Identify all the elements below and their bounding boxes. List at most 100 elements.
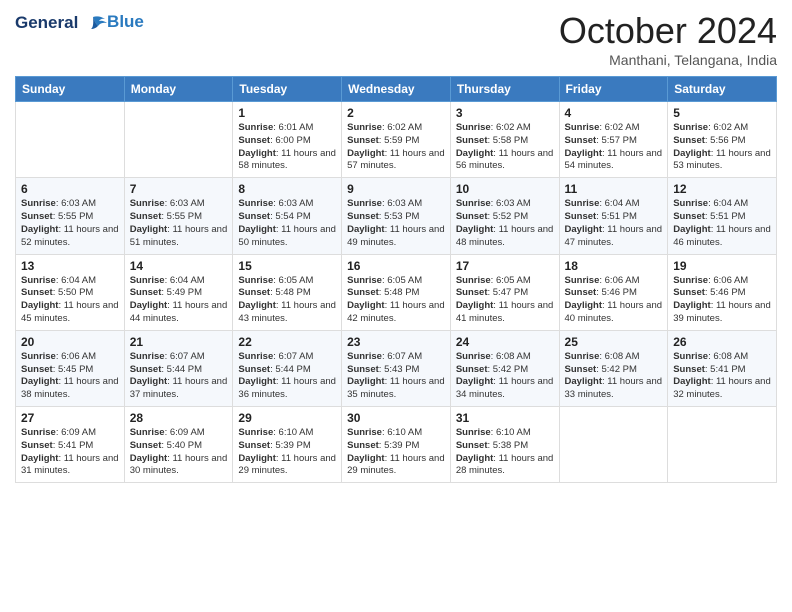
calendar-cell: 5 Sunrise: 6:02 AMSunset: 5:56 PMDaylight… <box>668 102 777 178</box>
calendar-cell: 20 Sunrise: 6:06 AMSunset: 5:45 PMDayligh… <box>16 330 125 406</box>
calendar-week-row-1: 1 Sunrise: 6:01 AMSunset: 6:00 PMDaylight… <box>16 102 777 178</box>
day-info: Sunrise: 6:04 AMSunset: 5:50 PMDaylight:… <box>21 275 119 326</box>
day-number: 27 <box>21 411 119 425</box>
day-number: 20 <box>21 335 119 349</box>
weekday-header-monday: Monday <box>124 77 233 102</box>
day-number: 30 <box>347 411 445 425</box>
day-info: Sunrise: 6:02 AMSunset: 5:58 PMDaylight:… <box>456 122 554 173</box>
day-info: Sunrise: 6:10 AMSunset: 5:39 PMDaylight:… <box>347 427 445 478</box>
day-info: Sunrise: 6:03 AMSunset: 5:54 PMDaylight:… <box>238 198 336 249</box>
day-number: 18 <box>565 259 663 273</box>
logo-line2: Blue <box>107 12 144 32</box>
logo-line1: General <box>15 14 107 33</box>
day-info: Sunrise: 6:02 AMSunset: 5:59 PMDaylight:… <box>347 122 445 173</box>
day-number: 8 <box>238 182 336 196</box>
day-number: 7 <box>130 182 228 196</box>
day-number: 17 <box>456 259 554 273</box>
day-number: 21 <box>130 335 228 349</box>
day-number: 29 <box>238 411 336 425</box>
title-block: October 2024 Manthani, Telangana, India <box>559 10 777 68</box>
day-number: 24 <box>456 335 554 349</box>
calendar-cell: 10 Sunrise: 6:03 AMSunset: 5:52 PMDayligh… <box>450 178 559 254</box>
calendar-cell: 16 Sunrise: 6:05 AMSunset: 5:48 PMDayligh… <box>342 254 451 330</box>
day-info: Sunrise: 6:05 AMSunset: 5:47 PMDaylight:… <box>456 275 554 326</box>
page: General Blue October 2024 Manthani, Tela… <box>0 0 792 612</box>
day-info: Sunrise: 6:06 AMSunset: 5:46 PMDaylight:… <box>673 275 771 326</box>
calendar-cell: 13 Sunrise: 6:04 AMSunset: 5:50 PMDayligh… <box>16 254 125 330</box>
day-info: Sunrise: 6:10 AMSunset: 5:38 PMDaylight:… <box>456 427 554 478</box>
weekday-header-thursday: Thursday <box>450 77 559 102</box>
day-number: 14 <box>130 259 228 273</box>
calendar-week-row-4: 20 Sunrise: 6:06 AMSunset: 5:45 PMDayligh… <box>16 330 777 406</box>
day-number: 11 <box>565 182 663 196</box>
logo: General Blue <box>15 14 144 33</box>
day-number: 3 <box>456 106 554 120</box>
day-number: 5 <box>673 106 771 120</box>
day-info: Sunrise: 6:02 AMSunset: 5:56 PMDaylight:… <box>673 122 771 173</box>
calendar-cell: 22Sunrise: 6:07 AMSunset: 5:44 PMDayligh… <box>233 330 342 406</box>
day-number: 9 <box>347 182 445 196</box>
calendar-cell: 21 Sunrise: 6:07 AMSunset: 5:44 PMDayligh… <box>124 330 233 406</box>
day-info: Sunrise: 6:01 AMSunset: 6:00 PMDaylight:… <box>238 122 336 173</box>
calendar-cell <box>559 407 668 483</box>
calendar-cell: 9 Sunrise: 6:03 AMSunset: 5:53 PMDaylight… <box>342 178 451 254</box>
calendar-cell: 4Sunrise: 6:02 AMSunset: 5:57 PMDaylight… <box>559 102 668 178</box>
day-number: 16 <box>347 259 445 273</box>
day-info: Sunrise: 6:08 AMSunset: 5:42 PMDaylight:… <box>456 351 554 402</box>
calendar-cell: 8 Sunrise: 6:03 AMSunset: 5:54 PMDaylight… <box>233 178 342 254</box>
day-number: 13 <box>21 259 119 273</box>
weekday-header-friday: Friday <box>559 77 668 102</box>
day-info: Sunrise: 6:07 AMSunset: 5:43 PMDaylight:… <box>347 351 445 402</box>
day-info: Sunrise: 6:08 AMSunset: 5:42 PMDaylight:… <box>565 351 663 402</box>
day-info: Sunrise: 6:05 AMSunset: 5:48 PMDaylight:… <box>238 275 336 326</box>
calendar-cell: 11 Sunrise: 6:04 AMSunset: 5:51 PMDayligh… <box>559 178 668 254</box>
day-info: Sunrise: 6:05 AMSunset: 5:48 PMDaylight:… <box>347 275 445 326</box>
day-number: 1 <box>238 106 336 120</box>
day-number: 25 <box>565 335 663 349</box>
day-number: 6 <box>21 182 119 196</box>
day-number: 10 <box>456 182 554 196</box>
day-info: Sunrise: 6:03 AMSunset: 5:53 PMDaylight:… <box>347 198 445 249</box>
day-info: Sunrise: 6:03 AMSunset: 5:55 PMDaylight:… <box>130 198 228 249</box>
day-info: Sunrise: 6:03 AMSunset: 5:55 PMDaylight:… <box>21 198 119 249</box>
calendar-cell <box>668 407 777 483</box>
calendar-cell: 12 Sunrise: 6:04 AMSunset: 5:51 PMDayligh… <box>668 178 777 254</box>
calendar-cell: 23Sunrise: 6:07 AMSunset: 5:43 PMDayligh… <box>342 330 451 406</box>
day-number: 26 <box>673 335 771 349</box>
calendar-cell: 25 Sunrise: 6:08 AMSunset: 5:42 PMDayligh… <box>559 330 668 406</box>
calendar-cell: 14 Sunrise: 6:04 AMSunset: 5:49 PMDayligh… <box>124 254 233 330</box>
day-number: 2 <box>347 106 445 120</box>
day-info: Sunrise: 6:06 AMSunset: 5:45 PMDaylight:… <box>21 351 119 402</box>
weekday-header-wednesday: Wednesday <box>342 77 451 102</box>
calendar-week-row-3: 13 Sunrise: 6:04 AMSunset: 5:50 PMDayligh… <box>16 254 777 330</box>
calendar-cell: 18 Sunrise: 6:06 AMSunset: 5:46 PMDayligh… <box>559 254 668 330</box>
calendar-cell: 7 Sunrise: 6:03 AMSunset: 5:55 PMDaylight… <box>124 178 233 254</box>
calendar-cell: 27Sunrise: 6:09 AMSunset: 5:41 PMDayligh… <box>16 407 125 483</box>
day-number: 12 <box>673 182 771 196</box>
day-info: Sunrise: 6:06 AMSunset: 5:46 PMDaylight:… <box>565 275 663 326</box>
day-info: Sunrise: 6:03 AMSunset: 5:52 PMDaylight:… <box>456 198 554 249</box>
calendar-cell: 26Sunrise: 6:08 AMSunset: 5:41 PMDayligh… <box>668 330 777 406</box>
header: General Blue October 2024 Manthani, Tela… <box>15 10 777 68</box>
calendar-cell <box>124 102 233 178</box>
calendar-cell <box>16 102 125 178</box>
calendar-cell: 15 Sunrise: 6:05 AMSunset: 5:48 PMDayligh… <box>233 254 342 330</box>
calendar-cell: 29Sunrise: 6:10 AMSunset: 5:39 PMDayligh… <box>233 407 342 483</box>
weekday-header-row: SundayMondayTuesdayWednesdayThursdayFrid… <box>16 77 777 102</box>
calendar-cell: 24 Sunrise: 6:08 AMSunset: 5:42 PMDayligh… <box>450 330 559 406</box>
day-number: 28 <box>130 411 228 425</box>
calendar-week-row-5: 27Sunrise: 6:09 AMSunset: 5:41 PMDayligh… <box>16 407 777 483</box>
day-info: Sunrise: 6:04 AMSunset: 5:51 PMDaylight:… <box>673 198 771 249</box>
weekday-header-saturday: Saturday <box>668 77 777 102</box>
calendar-cell: 19 Sunrise: 6:06 AMSunset: 5:46 PMDayligh… <box>668 254 777 330</box>
day-info: Sunrise: 6:04 AMSunset: 5:51 PMDaylight:… <box>565 198 663 249</box>
calendar-cell: 6 Sunrise: 6:03 AMSunset: 5:55 PMDaylight… <box>16 178 125 254</box>
day-info: Sunrise: 6:04 AMSunset: 5:49 PMDaylight:… <box>130 275 228 326</box>
location: Manthani, Telangana, India <box>559 52 777 68</box>
calendar-cell: 28 Sunrise: 6:09 AMSunset: 5:40 PMDayligh… <box>124 407 233 483</box>
day-info: Sunrise: 6:09 AMSunset: 5:40 PMDaylight:… <box>130 427 228 478</box>
day-number: 15 <box>238 259 336 273</box>
day-number: 19 <box>673 259 771 273</box>
day-info: Sunrise: 6:07 AMSunset: 5:44 PMDaylight:… <box>130 351 228 402</box>
month-title: October 2024 <box>559 10 777 52</box>
